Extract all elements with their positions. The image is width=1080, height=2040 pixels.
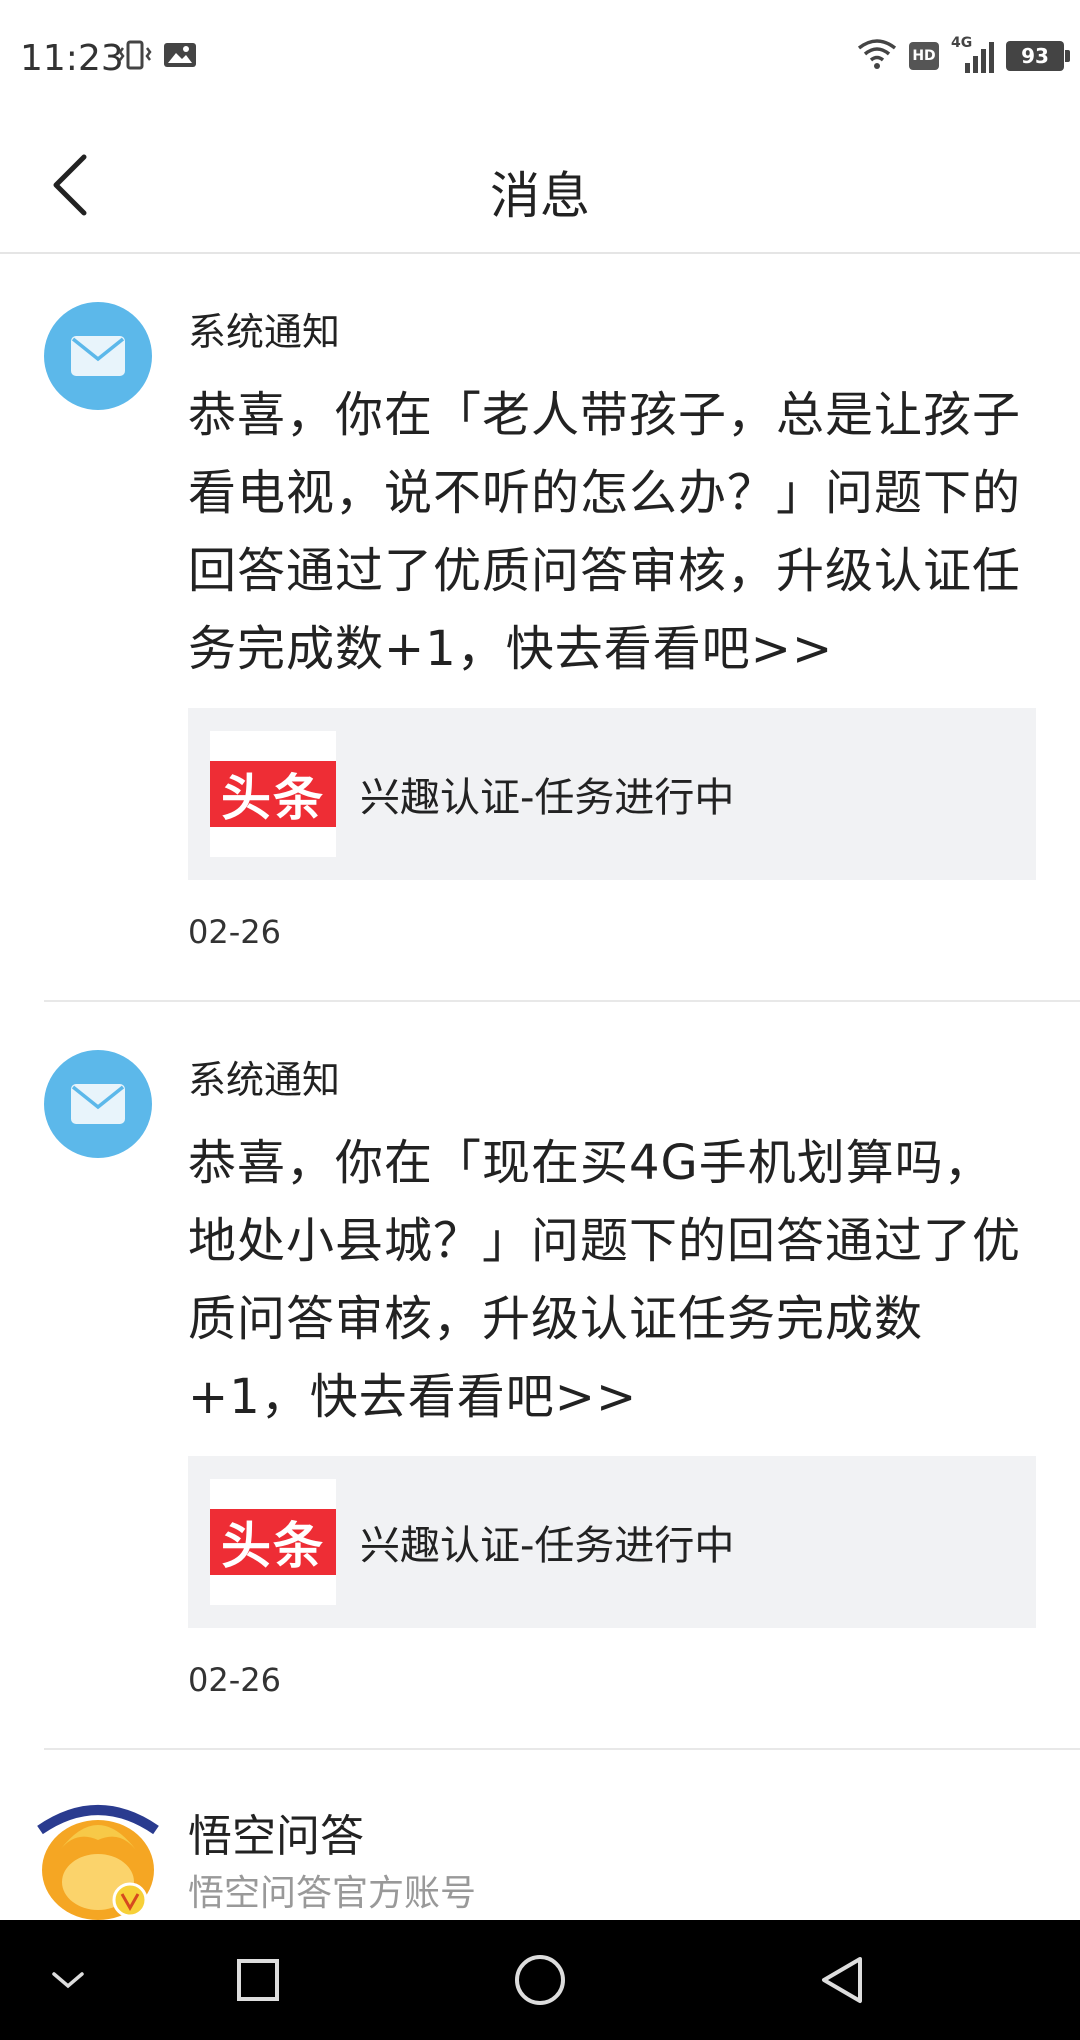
status-time: 11:23 xyxy=(20,38,124,79)
message-date: 02-26 xyxy=(188,913,281,951)
status-bar: 11:23 HD 4G 93 xyxy=(0,0,1080,118)
square-icon xyxy=(237,1959,279,2001)
circle-icon xyxy=(515,1955,565,2005)
vibrate-icon xyxy=(118,38,152,76)
message-sender: 系统通知 xyxy=(188,1058,341,1102)
profile-avatar xyxy=(30,1790,166,1926)
message-date: 02-26 xyxy=(188,1661,281,1699)
link-card[interactable]: 头条 兴趣认证-任务进行中 xyxy=(188,708,1036,880)
wukong-avatar-icon xyxy=(37,1805,159,1920)
link-card[interactable]: 头条 兴趣认证-任务进行中 xyxy=(188,1456,1036,1628)
profile-row[interactable]: 悟空问答 悟空问答官方账号 xyxy=(0,1760,1080,1920)
profile-name: 悟空问答 xyxy=(188,1811,364,1862)
message-sender: 系统通知 xyxy=(188,310,341,354)
message-text[interactable]: 恭喜，你在「老人带孩子，总是让孩子看电视，说不听的怎么办？」问题下的回答通过了优… xyxy=(188,376,1036,688)
chevron-down-icon xyxy=(52,1972,84,1989)
avatar xyxy=(44,1050,152,1158)
signal-icon: 4G xyxy=(951,35,994,73)
nav-back-button[interactable] xyxy=(810,1950,874,2010)
nav-collapse-button[interactable] xyxy=(36,1950,100,2010)
link-title: 兴趣认证-任务进行中 xyxy=(360,775,735,821)
avatar xyxy=(44,302,152,410)
page-title: 消息 xyxy=(490,167,590,225)
toutiao-logo: 头条 xyxy=(210,761,336,827)
link-title: 兴趣认证-任务进行中 xyxy=(360,1523,735,1569)
hd-badge: HD xyxy=(909,42,939,70)
message-list[interactable]: 系统通知 恭喜，你在「老人带孩子，总是让孩子看电视，说不听的怎么办？」问题下的回… xyxy=(0,254,1080,1750)
mail-icon xyxy=(71,336,125,376)
navigation-bar xyxy=(0,1920,1080,2040)
triangle-back-icon xyxy=(822,1957,862,2003)
message-text[interactable]: 恭喜，你在「现在买4G手机划算吗，地处小县城？」问题下的回答通过了优质问答审核，… xyxy=(188,1124,1036,1436)
nav-home-button[interactable] xyxy=(508,1950,572,2010)
message-card[interactable]: 系统通知 恭喜，你在「老人带孩子，总是让孩子看电视，说不听的怎么办？」问题下的回… xyxy=(44,254,1080,1002)
page-header: 消息 xyxy=(0,118,1080,254)
battery-indicator: 93 xyxy=(1006,41,1070,71)
mail-icon xyxy=(71,1084,125,1124)
message-card[interactable]: 系统通知 恭喜，你在「现在买4G手机划算吗，地处小县城？」问题下的回答通过了优质… xyxy=(44,1002,1080,1750)
nav-recents-button[interactable] xyxy=(226,1950,290,2010)
profile-description: 悟空问答官方账号 xyxy=(188,1873,477,1914)
image-icon xyxy=(162,40,198,74)
wifi-icon xyxy=(857,38,897,74)
toutiao-logo: 头条 xyxy=(210,1509,336,1575)
